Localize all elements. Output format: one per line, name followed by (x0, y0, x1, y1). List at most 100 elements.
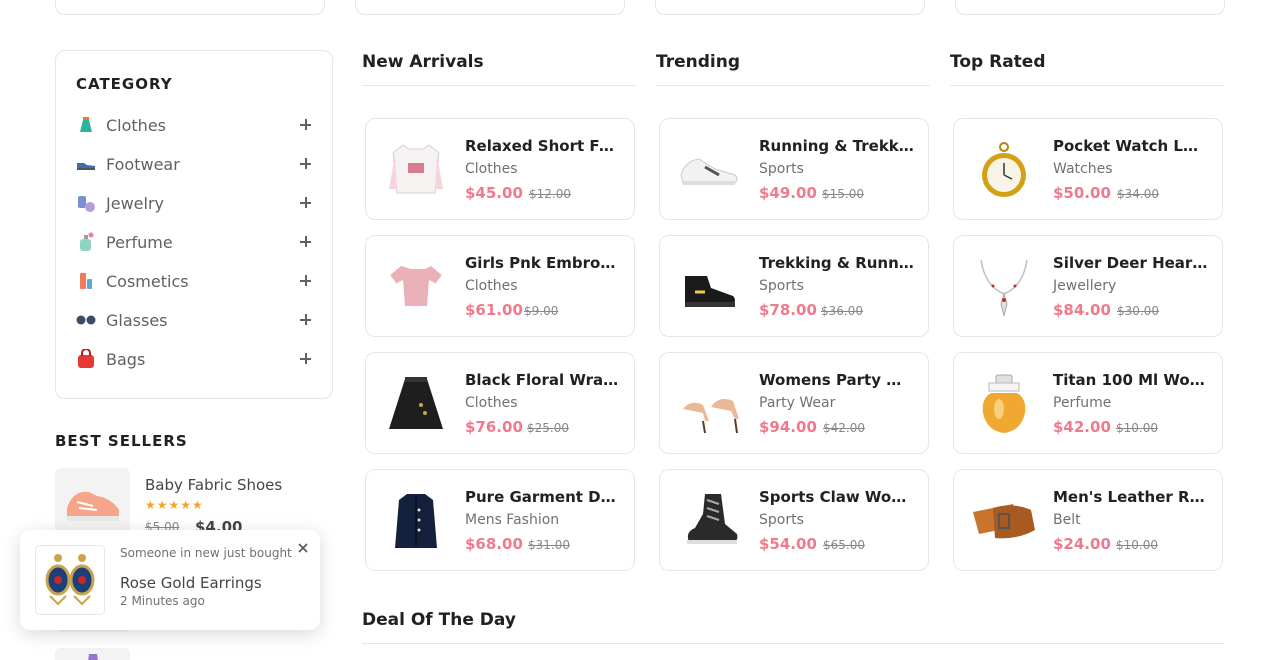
product-image[interactable] (381, 252, 451, 322)
product-title[interactable]: Pure Garment Dye... (465, 488, 620, 506)
sidebar-item-label: Clothes (106, 115, 166, 135)
product-category[interactable]: Watches (1053, 161, 1113, 177)
product-old-price: $12.00 (529, 187, 571, 201)
sidebar-item-clothes[interactable]: Clothes (76, 113, 313, 137)
product-price: $42.00 (1053, 418, 1111, 436)
sidebar-item-cosmetics[interactable]: Cosmetics (76, 269, 313, 293)
product-card[interactable]: Womens Party We... Party Wear $94.00 $42… (659, 352, 929, 454)
product-category[interactable]: Party Wear (759, 395, 835, 411)
product-title[interactable]: Womens Party We... (759, 371, 914, 389)
sidebar-item-label: Footwear (106, 154, 180, 174)
product-old-price: $15.00 (822, 187, 864, 201)
sidebar-item-label: Bags (106, 349, 146, 369)
sidebar-item-glasses[interactable]: Glasses (76, 308, 313, 332)
product-category[interactable]: Perfume (1053, 395, 1111, 411)
product-image (35, 545, 105, 615)
product-image[interactable] (675, 369, 745, 439)
sidebar-item-bags[interactable]: Bags (76, 347, 313, 371)
product-category[interactable]: Jewellery (1053, 278, 1116, 294)
purchase-notification: Someone in new just bought Rose Gold Ear… (20, 530, 320, 630)
product-old-price: $42.00 (823, 421, 865, 435)
product-image[interactable] (381, 486, 451, 556)
product-price: $61.00 (465, 301, 523, 319)
product-card[interactable]: Trekking & Runnin... Sports $78.00 $36.0… (659, 235, 929, 337)
product-old-price: $31.00 (528, 538, 570, 552)
cosmetics-icon (76, 271, 96, 291)
bag-icon (76, 349, 96, 369)
perfume-icon (76, 232, 96, 252)
dress-icon (76, 115, 96, 135)
product-title[interactable]: Running & Trekkin... (759, 137, 914, 155)
top-card (55, 0, 325, 15)
product-image[interactable] (969, 369, 1039, 439)
sidebar-item-label: Perfume (106, 232, 173, 252)
product-category[interactable]: Clothes (465, 278, 518, 294)
product-image[interactable] (675, 252, 745, 322)
top-card (955, 0, 1225, 15)
product-card[interactable]: Titan 100 Ml Wome... Perfume $42.00 $10.… (953, 352, 1223, 454)
sidebar-item-footwear[interactable]: Footwear (76, 152, 313, 176)
product-title[interactable]: Black Floral Wrap ... (465, 371, 620, 389)
shoe-icon (76, 154, 96, 174)
product-old-price: $34.00 (1117, 187, 1159, 201)
plus-icon[interactable] (299, 352, 313, 366)
product-title[interactable]: Girls Pnk Embro De... (465, 254, 620, 272)
product-card[interactable]: Black Floral Wrap ... Clothes $76.00 $25… (365, 352, 635, 454)
product-category[interactable]: Sports (759, 278, 804, 294)
product-category[interactable]: Mens Fashion (465, 512, 559, 528)
product-price: $49.00 (759, 184, 817, 202)
product-card[interactable]: Running & Trekkin... Sports $49.00 $15.0… (659, 118, 929, 220)
plus-icon[interactable] (299, 274, 313, 288)
product-title[interactable]: Men's Leather Rev... (1053, 488, 1208, 506)
product-title[interactable]: Trekking & Runnin... (759, 254, 914, 272)
sidebar-item-perfume[interactable]: Perfume (76, 230, 313, 254)
sidebar-item-label: Glasses (106, 310, 168, 330)
product-image[interactable] (969, 486, 1039, 556)
product-card[interactable]: Sports Claw Wom... Sports $54.00 $65.00 (659, 469, 929, 571)
product-image[interactable] (381, 369, 451, 439)
product-image[interactable] (969, 252, 1039, 322)
product-title[interactable]: Titan 100 Ml Wome... (1053, 371, 1208, 389)
product-title[interactable]: Sports Claw Wom... (759, 488, 914, 506)
product-title[interactable]: Relaxed Short Full ... (465, 137, 620, 155)
product-title[interactable]: Pocket Watch Leat... (1053, 137, 1208, 155)
product-card[interactable]: Relaxed Short Full ... Clothes $45.00 $1… (365, 118, 635, 220)
product-image[interactable] (675, 135, 745, 205)
product-old-price: $10.00 (1116, 421, 1158, 435)
best-seller-name[interactable]: Baby Fabric Shoes (145, 476, 282, 494)
product-old-price: $30.00 (1117, 304, 1159, 318)
product-price: $94.00 (759, 418, 817, 436)
product-card[interactable]: Pure Garment Dye... Mens Fashion $68.00 … (365, 469, 635, 571)
sidebar-item-jewelry[interactable]: Jewelry (76, 191, 313, 215)
plus-icon[interactable] (299, 118, 313, 132)
product-price: $78.00 (759, 301, 817, 319)
category-panel: CATEGORY Clothes Footwear Jewelry Perfum… (55, 50, 333, 399)
notification-subtitle: Someone in new just bought (120, 546, 292, 560)
product-price: $45.00 (465, 184, 523, 202)
product-old-price: $36.00 (821, 304, 863, 318)
product-image[interactable] (381, 135, 451, 205)
best-sellers-title: BEST SELLERS (55, 432, 188, 450)
product-category[interactable]: Clothes (465, 395, 518, 411)
product-image[interactable] (55, 648, 130, 660)
product-card[interactable]: Pocket Watch Leat... Watches $50.00 $34.… (953, 118, 1223, 220)
new-arrivals-heading: New Arrivals (362, 52, 636, 86)
product-category[interactable]: Belt (1053, 512, 1081, 528)
glasses-icon (76, 310, 96, 330)
product-category[interactable]: Clothes (465, 161, 518, 177)
product-image[interactable] (969, 135, 1039, 205)
product-card[interactable]: Silver Deer Heart N... Jewellery $84.00 … (953, 235, 1223, 337)
product-category[interactable]: Sports (759, 512, 804, 528)
trending-heading: Trending (656, 52, 930, 86)
product-card[interactable]: Men's Leather Rev... Belt $24.00 $10.00 (953, 469, 1223, 571)
product-image[interactable] (675, 486, 745, 556)
plus-icon[interactable] (299, 157, 313, 171)
product-card[interactable]: Girls Pnk Embro De... Clothes $61.00 $9.… (365, 235, 635, 337)
plus-icon[interactable] (299, 235, 313, 249)
notification-time: 2 Minutes ago (120, 594, 205, 608)
plus-icon[interactable] (299, 313, 313, 327)
plus-icon[interactable] (299, 196, 313, 210)
product-title[interactable]: Silver Deer Heart N... (1053, 254, 1208, 272)
close-icon[interactable] (296, 540, 310, 554)
product-category[interactable]: Sports (759, 161, 804, 177)
